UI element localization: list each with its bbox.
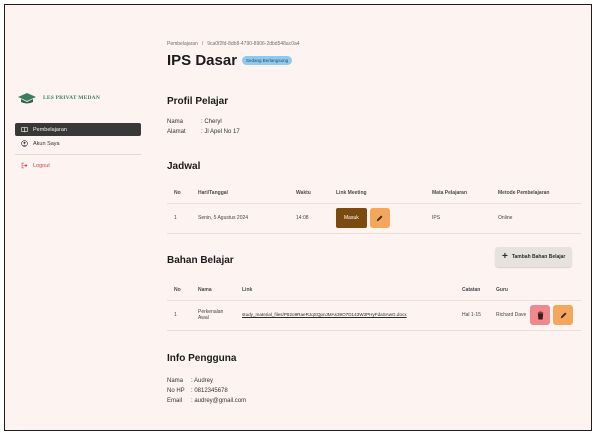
column-header: Mata Pelajaran <box>425 183 491 204</box>
cell-link: study_material_files/P82o9RaeRJqSQpnJMAs… <box>235 300 455 331</box>
profile-section-title: Profil Pelajar <box>167 96 229 107</box>
edit-schedule-button[interactable] <box>369 208 390 228</box>
logout-icon <box>21 162 28 169</box>
table-header-row: No Nama Link Catatan Guru <box>167 280 581 301</box>
column-header: Link Meeting <box>329 183 425 204</box>
cell-time: 14:08 <box>289 203 329 234</box>
trash-icon <box>537 311 543 319</box>
breadcrumb-parent-link[interactable]: Pembelajaran <box>167 41 198 47</box>
user-info-value: : Audrey <box>191 378 214 384</box>
brand[interactable]: LES PRIVAT MEDAN <box>17 92 100 104</box>
table-row: 1 Senin, 5 Agustus 2024 14:08 Masuk IPS … <box>167 203 581 234</box>
profile-details: Nama : Cheryl Alamat : Jl Apel No 17 <box>167 117 240 137</box>
column-header: Guru <box>489 280 527 301</box>
page-title: IPS Dasar <box>167 52 238 69</box>
profile-label: Nama <box>167 119 184 125</box>
breadcrumb: Pembelajaran / 9ca0f2fd-8db8-4790-8906-2… <box>167 41 300 47</box>
user-info-section-title: Info Pengguna <box>167 353 237 364</box>
cell-no: 1 <box>167 300 191 331</box>
logout-label: Logout <box>33 162 50 169</box>
user-info-label: No HP <box>167 388 185 394</box>
main-content: Pembelajaran / 9ca0f2fd-8db8-4790-8906-2… <box>167 5 587 430</box>
book-icon <box>21 127 28 133</box>
graduation-cap-logo-icon <box>18 93 36 104</box>
join-meeting-button[interactable]: Masuk <box>336 208 367 228</box>
user-info-value: : 0812345678 <box>191 388 228 394</box>
table-row: 1 Perkenalan Awal study_material_files/P… <box>167 300 581 331</box>
add-material-label: Tambah Bahan Belajar <box>511 254 566 260</box>
plus-icon: + <box>502 251 508 262</box>
add-material-button[interactable]: + Tambah Bahan Belajar <box>495 247 573 267</box>
user-info-label: Nama <box>167 378 184 384</box>
column-header: Waktu <box>289 183 329 204</box>
cell-name: Perkenalan Awal <box>191 300 235 331</box>
pencil-icon <box>377 215 383 221</box>
sidebar-item-akun-saya[interactable]: Akun Saya <box>15 137 141 150</box>
sidebar-item-pembelajaran[interactable]: Pembelajaran <box>15 123 141 136</box>
material-file-link[interactable]: study_material_files/P82o9RaeRJqSQpnJMAs… <box>242 312 407 317</box>
cell-teacher: Richard Dave <box>489 300 527 331</box>
profile-row-name: Nama : Cheryl <box>167 117 240 127</box>
user-info-row-phone: No HP : 0812345678 <box>167 386 246 396</box>
user-info-row-name: Nama : Audrey <box>167 376 246 386</box>
materials-section-title: Bahan Belajar <box>167 255 234 266</box>
status-badge: Sedang Berlangsung <box>242 56 293 65</box>
cell-subject: IPS <box>425 203 491 234</box>
column-header: Nama <box>191 280 235 301</box>
column-header: Metode Pembelajaran <box>491 183 581 204</box>
edit-material-button[interactable] <box>553 305 573 325</box>
materials-table: No Nama Link Catatan Guru 1 Perkenalan A… <box>167 280 581 331</box>
breadcrumb-separator: / <box>201 41 204 47</box>
schedule-table: No Hari/Tanggal Waktu Link Meeting Mata … <box>167 183 581 234</box>
profile-row-address: Alamat : Jl Apel No 17 <box>167 127 240 137</box>
column-header: No <box>167 183 191 204</box>
profile-value: : Jl Apel No 17 <box>201 129 240 135</box>
cell-no: 1 <box>167 203 191 234</box>
column-header-actions <box>527 280 581 301</box>
sidebar-nav: Pembelajaran Akun Saya Logout <box>15 123 141 173</box>
profile-label: Alamat <box>167 129 186 135</box>
logout-button[interactable]: Logout <box>15 159 141 172</box>
pencil-icon <box>560 312 566 318</box>
column-header: No <box>167 280 191 301</box>
cell-date: Senin, 5 Agustus 2024 <box>191 203 289 234</box>
schedule-section-title: Jadwal <box>167 161 201 172</box>
sidebar: LES PRIVAT MEDAN Pembelajaran Akun Saya <box>5 5 145 430</box>
title-row: IPS Dasar Sedang Berlangsung <box>167 52 293 69</box>
delete-material-button[interactable] <box>530 305 550 325</box>
sidebar-item-label: Akun Saya <box>33 140 60 147</box>
app-window: LES PRIVAT MEDAN Pembelajaran Akun Saya <box>4 4 592 431</box>
profile-value: : Cheryl <box>201 119 222 125</box>
user-info-row-email: Email : audrey@gmail.com <box>167 396 246 406</box>
table-header-row: No Hari/Tanggal Waktu Link Meeting Mata … <box>167 183 581 204</box>
cell-note: Hal 1-15 <box>455 300 489 331</box>
breadcrumb-current: 9ca0f2fd-8db8-4790-8906-2dbd548ac0a4 <box>207 41 300 47</box>
cell-actions: Masuk <box>329 203 425 234</box>
brand-name: LES PRIVAT MEDAN <box>43 95 100 101</box>
column-header: Link <box>235 280 455 301</box>
user-info-label: Email <box>167 398 183 404</box>
column-header: Hari/Tanggal <box>191 183 289 204</box>
nav-divider <box>15 154 141 155</box>
user-circle-icon <box>21 140 28 147</box>
cell-actions <box>527 300 581 331</box>
user-info-details: Nama : Audrey No HP : 0812345678 Email :… <box>167 376 246 406</box>
sidebar-item-label: Pembelajaran <box>33 126 67 133</box>
column-header: Catatan <box>455 280 489 301</box>
cell-method: Online <box>491 203 581 234</box>
user-info-value: : audrey@gmail.com <box>191 398 247 404</box>
